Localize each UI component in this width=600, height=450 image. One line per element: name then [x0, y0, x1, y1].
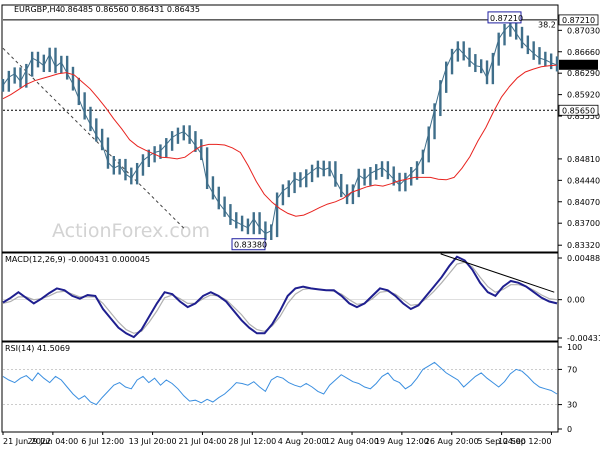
price-tick-label: 0.85920	[567, 91, 600, 100]
price-tick-label: 0.84810	[567, 155, 600, 164]
rsi-title: RSI(14) 41.5069	[5, 344, 70, 353]
price-tick-label: 0.86290	[567, 69, 600, 78]
macd-tick-label: 0.004885	[567, 254, 600, 263]
watermark: ActionForex.com	[52, 220, 210, 242]
rsi-tick-label: 30	[567, 401, 577, 410]
time-tick-label: 12 Sep 12:00	[498, 437, 551, 446]
time-tick-label: 29 Jun 04:00	[27, 437, 78, 446]
time-tick-label: 13 Jul 20:00	[129, 437, 177, 446]
current-price-label: 0.86435	[562, 61, 595, 70]
time-tick-label: 19 Aug 12:00	[375, 437, 429, 446]
time-tick-label: 21 Jul 04:00	[178, 437, 226, 446]
level-label: 0.87210	[562, 16, 595, 25]
time-tick-label: 26 Aug 20:00	[425, 437, 479, 446]
symbol-label: EURGBP,H4	[14, 5, 61, 14]
ohlc-readout: 0.86485 0.86560 0.86431 0.86435	[60, 5, 200, 14]
price-tick-label: 0.83700	[567, 219, 600, 228]
price-tick-label: 0.83320	[567, 241, 600, 250]
macd-tick-label: 0.00	[567, 296, 585, 305]
time-tick-label: 12 Aug 04:00	[325, 437, 379, 446]
low-annotation: 0.83380	[234, 241, 267, 250]
macd-title: MACD(12,26,9) -0.000431 0.000045	[5, 255, 150, 264]
rsi-tick-label: 70	[567, 365, 577, 374]
time-tick-label: 4 Aug 20:00	[278, 437, 327, 446]
time-tick-label: 28 Jul 12:00	[228, 437, 276, 446]
forex-chart: ActionForex.com 0.87210 0.83380 38.2 0.870…	[0, 0, 600, 450]
rsi-tick-label: 0	[567, 425, 572, 434]
time-tick-label: 6 Jul 12:00	[81, 437, 124, 446]
high-annotation: 0.87210	[490, 14, 523, 23]
price-tick-label: 0.84440	[567, 176, 600, 185]
level-label: 0.85650	[562, 106, 595, 115]
macd-tick-label: -0.004315	[567, 334, 600, 343]
price-tick-label: 0.87030	[567, 26, 600, 35]
price-tick-label: 0.84070	[567, 198, 600, 207]
fib-level-label: 38.2	[538, 20, 556, 29]
price-tick-label: 0.86660	[567, 48, 600, 57]
rsi-tick-label: 100	[567, 343, 582, 352]
